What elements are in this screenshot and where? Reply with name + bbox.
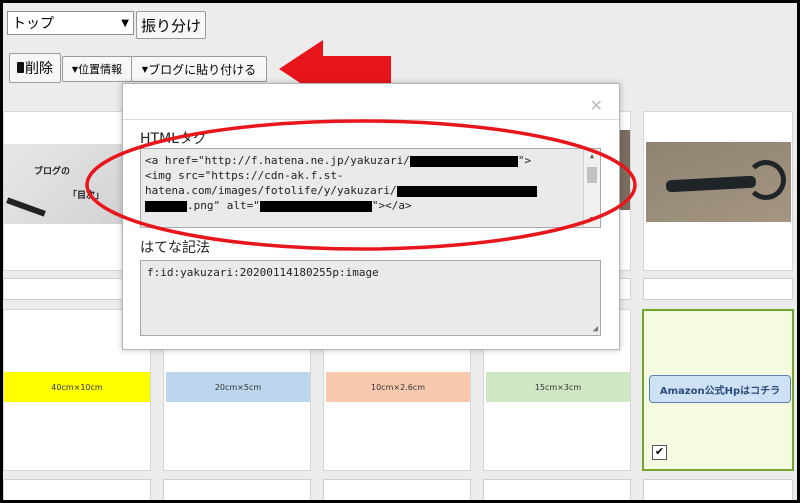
close-icon[interactable]: ✕ (590, 96, 603, 115)
amazon-button-image: Amazon公式Hpはコチラ (649, 375, 791, 403)
hatena-code: f:id:yakuzari:20200114180255p:image (147, 266, 379, 279)
name-field[interactable] (323, 479, 471, 500)
name-field[interactable] (643, 278, 793, 300)
thumb-text: ブログの (34, 167, 71, 177)
select-checkbox[interactable]: ✔ (652, 445, 667, 460)
location-info-label: 位置情報 (78, 63, 123, 76)
dropdown-arrow-icon: ▼ (121, 17, 129, 29)
red-ellipse-annotation (85, 119, 637, 251)
delete-button[interactable]: 削除 (9, 53, 61, 83)
folder-select[interactable]: トップ ▼ (7, 11, 134, 35)
image-thumb-10-selected[interactable]: Amazon公式Hpはコチラ ✔ (642, 309, 794, 471)
name-field[interactable] (3, 479, 151, 500)
screen-frame: トップ ▼ 振り分け 削除 ▼ 位置情報 ▼ ブログに貼り付ける ブログの 「目… (3, 3, 797, 500)
trash-icon (17, 61, 24, 73)
resize-handle-icon[interactable]: ◢ (593, 324, 598, 334)
location-info-button[interactable]: ▼ 位置情報 (62, 56, 132, 82)
paste-to-blog-label: ブログに貼り付ける (148, 62, 257, 77)
name-field[interactable] (643, 479, 793, 500)
paste-to-blog-button[interactable]: ▼ ブログに貼り付ける (131, 56, 267, 82)
hatena-notation-textarea[interactable]: f:id:yakuzari:20200114180255p:image ◢ (140, 260, 601, 336)
checkmark-icon: ✔ (654, 445, 665, 458)
yellow-banner-image: 40cm×10cm (4, 372, 150, 402)
name-field[interactable] (483, 479, 631, 500)
folder-select-value: トップ (12, 16, 54, 32)
amazon-button-text: Amazon公式Hpはコチラ (659, 385, 781, 397)
name-field[interactable] (163, 479, 311, 500)
image-thumb-5[interactable] (643, 111, 793, 271)
green-banner-image: 15cm×3cm (486, 372, 630, 402)
distribute-button[interactable]: 振り分け (136, 11, 206, 39)
delete-label: 削除 (25, 61, 53, 77)
blue-banner-image: 20cm×5cm (166, 372, 310, 402)
orange-banner-image: 10cm×2.6cm (326, 372, 470, 402)
strap-image-preview (646, 142, 791, 222)
